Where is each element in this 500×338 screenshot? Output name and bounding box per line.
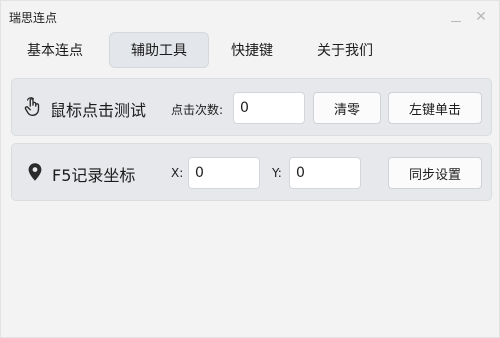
y-label: Y:	[272, 166, 282, 180]
tab-basic-clicker[interactable]: 基本连点	[13, 32, 97, 68]
x-coordinate-field[interactable]	[188, 157, 260, 189]
sync-settings-button[interactable]: 同步设置	[388, 157, 482, 189]
click-count-field[interactable]	[233, 92, 305, 124]
left-click-button[interactable]: 左键单击	[388, 92, 482, 124]
record-coords-panel: F5记录坐标 X: Y: 同步设置	[11, 143, 492, 201]
app-window: 瑞思连点 ✕ 基本连点 辅助工具 快捷键 关于我们 鼠标点击测试 点击次数: 0…	[0, 0, 500, 338]
click-test-heading: 鼠标点击测试	[50, 101, 147, 120]
left-click-button-label: 左键单击	[408, 102, 461, 118]
minimize-icon	[451, 20, 461, 22]
sync-settings-button-label: 同步设置	[408, 167, 461, 183]
minimize-button[interactable]	[444, 5, 468, 29]
tab-label: 基本连点	[27, 43, 83, 59]
x-label: X:	[171, 166, 184, 180]
location-pin-icon	[28, 163, 42, 181]
tab-about-us[interactable]: 关于我们	[305, 32, 385, 68]
click-test-panel: 鼠标点击测试 点击次数: 清零 左键单击	[11, 78, 492, 136]
title-bar[interactable]: 瑞思连点 ✕	[1, 1, 499, 33]
app-title: 瑞思连点	[9, 11, 58, 25]
clear-button[interactable]: 清零	[313, 92, 381, 124]
tab-label: 关于我们	[317, 43, 373, 59]
tab-label: 快捷键	[231, 43, 273, 59]
close-button[interactable]: ✕	[469, 5, 493, 29]
pointer-hand-icon	[24, 97, 40, 116]
clear-button-label: 清零	[333, 102, 360, 118]
y-coordinate-field[interactable]	[289, 157, 361, 189]
close-icon: ✕	[475, 9, 487, 25]
tab-auxiliary-tools[interactable]: 辅助工具	[109, 32, 209, 68]
tab-hotkeys[interactable]: 快捷键	[217, 32, 287, 68]
click-count-label: 点击次数:	[171, 103, 224, 117]
record-coords-heading: F5记录坐标	[52, 166, 136, 185]
tab-label: 辅助工具	[131, 43, 187, 59]
